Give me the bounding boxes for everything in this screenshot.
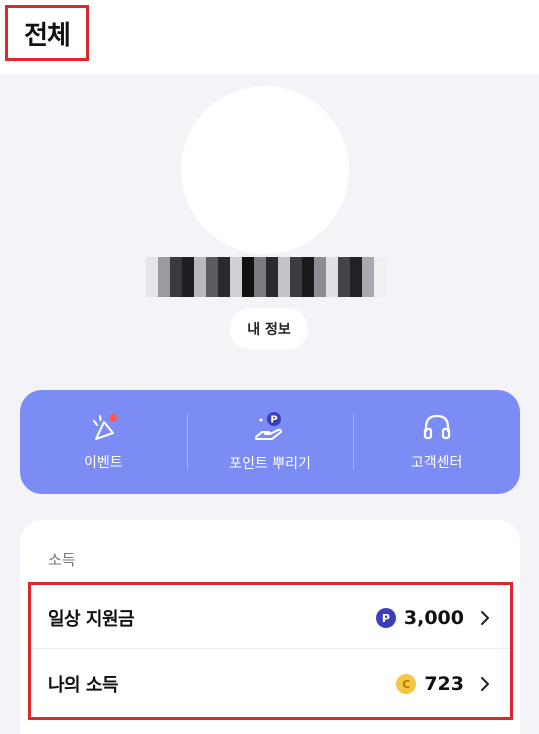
headset-icon (423, 414, 450, 440)
row-label: 일상 지원금 (48, 609, 135, 630)
income-rows-highlight: 일상 지원금 P 3,000 나의 소득 C 723 (28, 582, 513, 720)
row-label: 나의 소득 (48, 675, 119, 696)
coin-badge-icon: C (396, 674, 417, 694)
chevron-right-icon (481, 611, 489, 625)
quick-menu-label: 고객센터 (410, 455, 463, 471)
avatar[interactable] (181, 86, 349, 254)
top-bar: 전체 (0, 0, 539, 74)
page-title: 전체 (5, 5, 89, 61)
income-row-daily-support[interactable]: 일상 지원금 P 3,000 (31, 585, 510, 651)
quick-menu-customer-center[interactable]: 고객센터 (353, 390, 520, 494)
point-badge-icon: P (375, 608, 396, 628)
chevron-right-icon (481, 677, 489, 691)
quick-menu: 이벤트 P 포인트 뿌리기 고객센터 (20, 390, 520, 494)
row-divider (31, 648, 510, 649)
hand-point-icon: P (255, 412, 282, 440)
quick-menu-label: 포인트 뿌리기 (229, 456, 311, 472)
nickname-redacted (146, 257, 396, 297)
svg-text:P: P (270, 415, 277, 426)
quick-menu-point-share[interactable]: P 포인트 뿌리기 (186, 390, 354, 494)
income-section-label: 소득 (48, 551, 76, 569)
my-info-button[interactable]: 내 정보 (230, 308, 308, 350)
row-value: 723 (424, 673, 464, 695)
party-popper-icon (93, 414, 118, 440)
income-row-my-income[interactable]: 나의 소득 C 723 (31, 651, 510, 717)
quick-menu-event[interactable]: 이벤트 (20, 390, 187, 494)
quick-menu-label: 이벤트 (84, 455, 123, 471)
row-value: 3,000 (403, 607, 464, 629)
